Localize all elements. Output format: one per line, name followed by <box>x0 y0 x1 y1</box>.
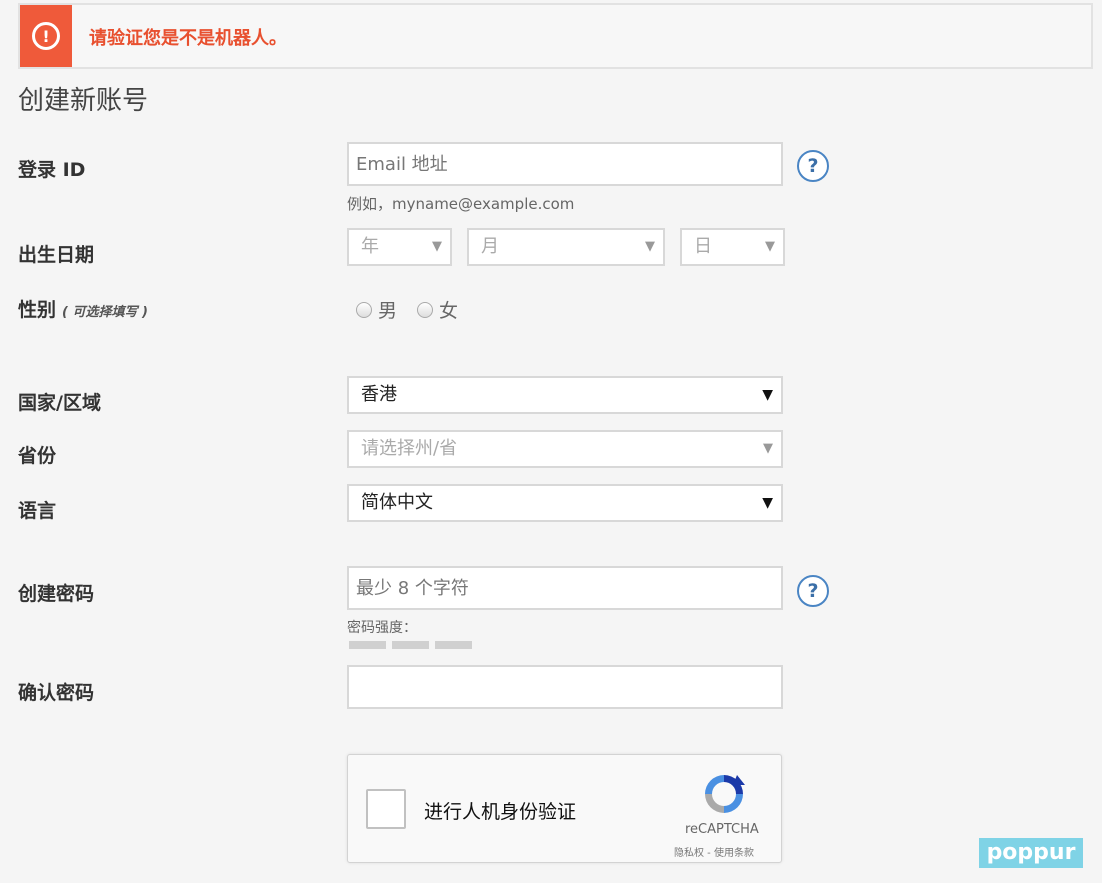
password-strength-label: 密码强度： <box>347 620 417 636</box>
error-alert: ! 请验证您是不是机器人。 <box>18 3 1093 69</box>
recaptcha-terms-link[interactable]: 隐私权 - 使用条款 <box>674 844 754 859</box>
radio-female[interactable] <box>417 301 434 318</box>
password-strength-meter <box>349 641 478 649</box>
gender-optional-note: ( 可选择填写 ) <box>62 305 148 320</box>
exclamation-circle-icon: ! <box>32 22 60 50</box>
login-id-label: 登录 ID <box>18 159 86 181</box>
gender-female-label: 女 <box>439 300 459 322</box>
year-select-value: 年 <box>361 236 379 257</box>
month-select[interactable]: 月 ▼ <box>467 228 665 266</box>
password-label: 创建密码 <box>18 583 95 605</box>
alert-icon-box: ! <box>20 5 72 67</box>
province-select[interactable]: 请选择州/省 ▼ <box>347 430 783 468</box>
recaptcha-logo-icon <box>705 775 745 813</box>
country-select[interactable]: 香港 ▼ <box>347 376 783 414</box>
gender-female-option[interactable]: 女 <box>417 296 458 323</box>
gender-male-option[interactable]: 男 <box>356 296 397 323</box>
recaptcha-widget: 进行人机身份验证 reCAPTCHA 隐私权 - 使用条款 <box>347 754 782 863</box>
page-title: 创建新账号 <box>18 86 149 116</box>
password-input[interactable] <box>347 566 783 610</box>
radio-male[interactable] <box>356 301 372 318</box>
caret-down-icon: ▼ <box>762 387 773 403</box>
gender-radio-group: 男 女 <box>356 296 478 323</box>
language-select-value: 简体中文 <box>361 492 433 513</box>
language-label: 语言 <box>18 500 57 522</box>
month-select-value: 月 <box>481 236 499 257</box>
confirm-password-label: 确认密码 <box>18 682 95 704</box>
day-select-value: 日 <box>694 236 712 257</box>
birthdate-label: 出生日期 <box>18 244 95 266</box>
strength-bar <box>435 641 472 649</box>
strength-bar <box>392 641 429 649</box>
country-label: 国家/区域 <box>18 392 101 414</box>
chevron-down-icon: ▼ <box>765 239 775 254</box>
confirm-password-input[interactable] <box>347 665 783 709</box>
recaptcha-brand: reCAPTCHA <box>685 822 759 837</box>
gender-label-text: 性别 <box>18 299 57 321</box>
login-id-hint: 例如，myname@example.com <box>347 195 575 213</box>
chevron-down-icon: ▼ <box>645 239 655 254</box>
year-select[interactable]: 年 ▼ <box>347 228 452 266</box>
caret-down-icon: ▼ <box>762 495 773 511</box>
recaptcha-checkbox[interactable] <box>366 789 406 829</box>
province-select-placeholder: 请选择州/省 <box>361 438 458 459</box>
province-label: 省份 <box>18 445 57 467</box>
gender-male-label: 男 <box>378 300 398 322</box>
chevron-down-icon: ▼ <box>763 441 773 456</box>
day-select[interactable]: 日 ▼ <box>680 228 785 266</box>
strength-bar <box>349 641 386 649</box>
country-select-value: 香港 <box>361 384 397 405</box>
login-id-help-icon[interactable]: ? <box>797 150 829 182</box>
email-input[interactable] <box>347 142 783 186</box>
chevron-down-icon: ▼ <box>432 239 442 254</box>
gender-label: 性别 ( 可选择填写 ) <box>18 295 148 322</box>
language-select[interactable]: 简体中文 ▼ <box>347 484 783 522</box>
recaptcha-label: 进行人机身份验证 <box>424 801 577 823</box>
alert-message: 请验证您是不是机器人。 <box>89 28 287 49</box>
poppur-watermark: poppur <box>979 838 1083 868</box>
password-help-icon[interactable]: ? <box>797 575 829 607</box>
